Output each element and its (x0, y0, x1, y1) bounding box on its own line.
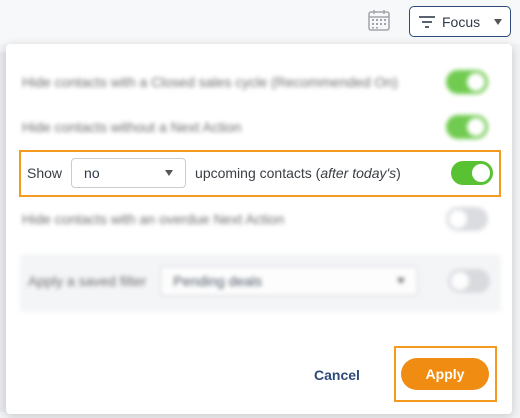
upcoming-close-paren: ) (396, 165, 401, 181)
upcoming-contacts-label: upcoming contacts (after today's) (195, 165, 451, 181)
filter-row-hide-closed: Hide contacts with a Closed sales cycle … (22, 70, 492, 94)
focus-button[interactable]: Focus (409, 6, 511, 37)
toggle-knob (467, 73, 485, 91)
calendar-icon (368, 10, 390, 31)
hide-no-next-action-label: Hide contacts without a Next Action (22, 119, 242, 135)
saved-filter-toggle[interactable] (448, 269, 490, 293)
calendar-button[interactable] (366, 7, 392, 33)
chevron-down-icon (494, 18, 502, 25)
filter-row-saved-filter: Apply a saved filter Pending deals (28, 266, 494, 296)
saved-filter-label: Apply a saved filter (28, 273, 147, 289)
cancel-button[interactable]: Cancel (306, 364, 368, 386)
upcoming-toggle[interactable] (451, 161, 493, 185)
toggle-knob (449, 210, 467, 228)
hide-no-next-action-toggle[interactable] (446, 115, 488, 139)
toggle-knob (467, 118, 485, 136)
toggle-knob (451, 272, 469, 290)
hide-closed-toggle[interactable] (446, 70, 488, 94)
filter-row-hide-overdue: Hide contacts with an overdue Next Actio… (22, 207, 492, 231)
after-todays-text: after today's (320, 165, 397, 181)
chevron-down-icon (397, 278, 406, 284)
upcoming-count-select[interactable]: no (71, 158, 187, 188)
hide-overdue-toggle[interactable] (446, 207, 488, 231)
filter-row-hide-no-next-action: Hide contacts without a Next Action (22, 115, 492, 139)
filter-lines-icon (419, 15, 435, 28)
focus-label: Focus (442, 13, 481, 30)
hide-overdue-label: Hide contacts with an overdue Next Actio… (22, 211, 285, 227)
upcoming-text: upcoming contacts ( (195, 165, 321, 181)
saved-filter-select[interactable]: Pending deals (160, 266, 419, 296)
upcoming-count-value: no (84, 165, 100, 181)
toggle-knob (472, 164, 490, 182)
saved-filter-value: Pending deals (173, 273, 263, 289)
show-label: Show (27, 165, 63, 181)
hide-closed-label: Hide contacts with a Closed sales cycle … (22, 74, 398, 90)
apply-button[interactable]: Apply (401, 358, 489, 390)
chevron-down-icon (165, 170, 174, 176)
filter-row-upcoming: Show no upcoming contacts (after today's… (27, 158, 495, 188)
